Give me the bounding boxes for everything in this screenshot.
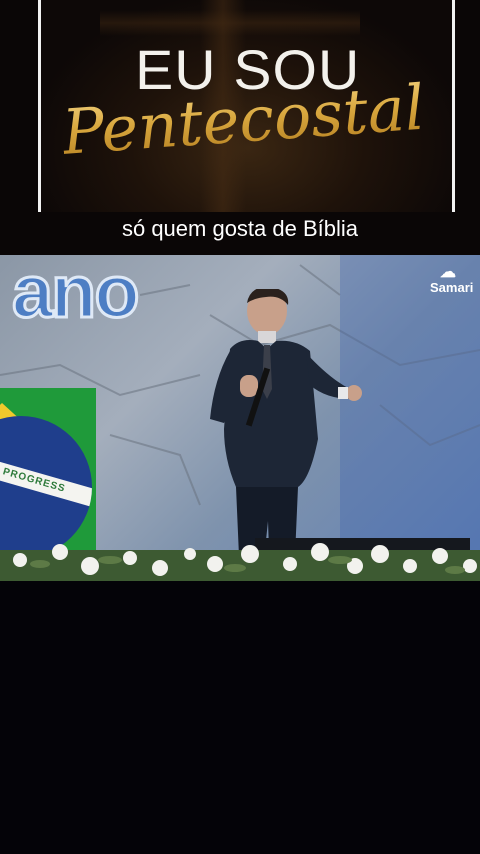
watermark-icon: ☁: [440, 264, 456, 281]
empty-bottom-area: [0, 581, 480, 854]
banner-border-left: [38, 0, 41, 212]
header-banner: EU SOU Pentecostal só quem gosta de Bíbl…: [0, 0, 480, 255]
flag-motto: EM E PROGRESS: [0, 443, 92, 511]
video-frame[interactable]: ano ☁ Samari EM E PROGRESS: [0, 255, 480, 581]
video-caption: só quem gosta de Bíblia: [121, 216, 359, 241]
background-logo: ano: [11, 255, 142, 333]
flower-arrangement: [0, 543, 480, 581]
banner-border-right: [452, 0, 455, 212]
channel-watermark: ☁ Samari: [430, 265, 473, 295]
cross-shadow-arm: [100, 10, 360, 36]
watermark-text: Samari: [430, 280, 474, 295]
